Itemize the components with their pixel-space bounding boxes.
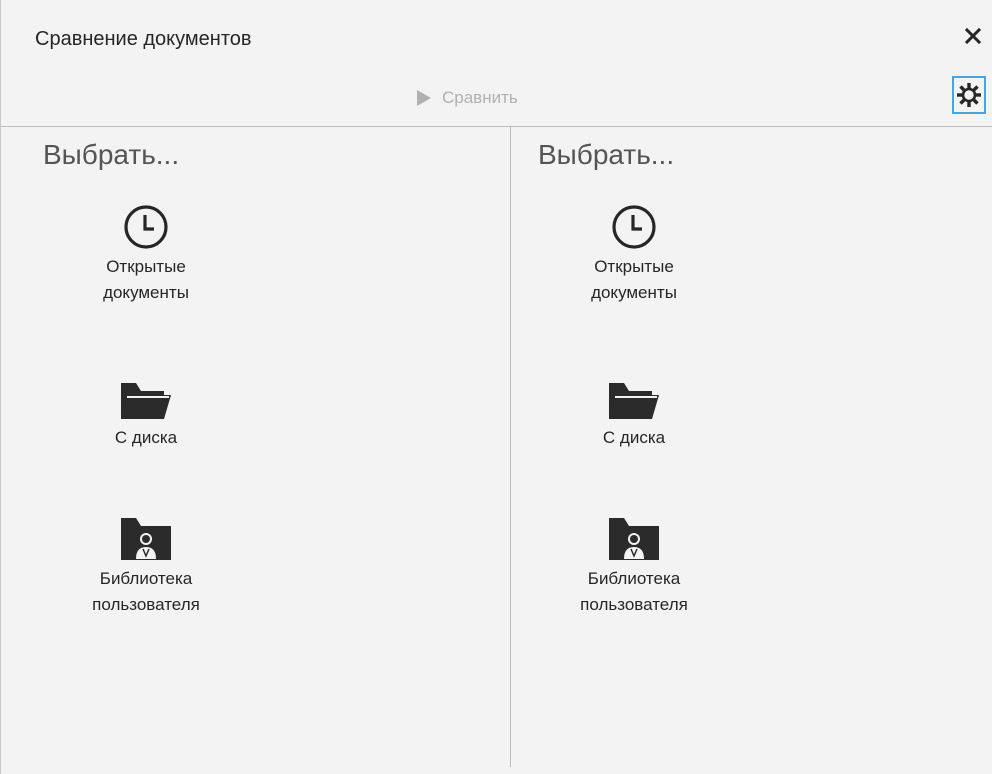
settings-button[interactable] — [952, 76, 986, 114]
option-label: Открытые документы — [591, 257, 677, 302]
clock-icon — [121, 202, 171, 252]
compare-documents-window: Сравнение документов Сравнить Выбрать...… — [0, 0, 992, 774]
option-label: Библиотека пользователя — [92, 569, 200, 614]
play-icon — [417, 90, 431, 106]
from-disk-option[interactable]: С диска — [46, 377, 246, 451]
open-documents-option[interactable]: Открытые документы — [46, 202, 246, 306]
toolbar: Сравнить — [1, 72, 992, 126]
folder-icon — [607, 377, 661, 423]
folder-icon — [119, 377, 173, 423]
compare-button[interactable]: Сравнить — [416, 83, 518, 113]
close-icon — [964, 27, 982, 45]
right-document-pane: Выбрать... Открытые документы С диска Би… — [511, 127, 992, 767]
option-label: Открытые документы — [103, 257, 189, 302]
gear-icon — [957, 83, 981, 107]
open-documents-option[interactable]: Открытые документы — [534, 202, 734, 306]
user-library-option[interactable]: Библиотека пользователя — [534, 512, 734, 618]
from-disk-option[interactable]: С диска — [534, 377, 734, 451]
clock-icon — [609, 202, 659, 252]
user-library-icon — [119, 512, 173, 564]
title-bar: Сравнение документов — [1, 0, 992, 72]
user-library-option[interactable]: Библиотека пользователя — [46, 512, 246, 618]
user-library-icon — [607, 512, 661, 564]
option-label: С диска — [602, 428, 666, 447]
compare-button-label: Сравнить — [442, 88, 518, 107]
option-label: Библиотека пользователя — [580, 569, 688, 614]
window-title: Сравнение документов — [35, 28, 252, 50]
option-label: С диска — [114, 428, 178, 447]
left-document-pane: Выбрать... Открытые документы С диска Би… — [1, 127, 510, 767]
pane-heading: Выбрать... — [538, 139, 675, 170]
close-button[interactable] — [961, 24, 985, 48]
pane-heading: Выбрать... — [43, 139, 180, 170]
